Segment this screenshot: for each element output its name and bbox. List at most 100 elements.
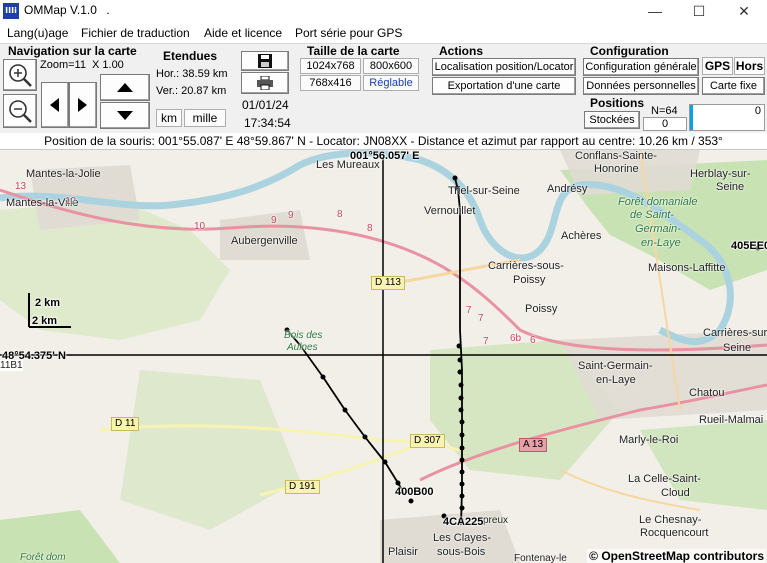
road-badge-d191: D 191 [285,480,320,494]
exit-8a: 8 [337,209,343,220]
zoom-factor-label: X 1.00 [92,59,124,71]
place-chesnay-2: Rocquencourt [640,527,709,539]
place-vernouillet: Vernouillet [424,205,476,217]
exit-10: 10 [194,221,206,232]
export-map-button[interactable]: Exportation d'une carte [432,77,576,95]
zoom-out-icon [9,100,32,123]
place-rueil: Rueil-Malmai [699,414,764,426]
mouse-position-info: Position de la souris: 001°55.087' E 48°… [0,133,767,150]
arrow-right-icon [78,98,87,112]
pan-down-button[interactable] [100,102,150,129]
exit-9a: 9 [271,215,277,226]
window-title-text: OMMap V.1.0 [24,3,97,17]
exit-9b: 9 [288,210,294,221]
navigation-title: Navigation sur la carte [8,44,137,58]
place-maisons: Maisons-Laffitte [648,262,726,274]
place-bois-aulnes: Bois des [284,330,323,341]
print-button[interactable] [241,72,289,94]
slider-thumb[interactable] [690,105,693,130]
window-title: OMMap V.1.0 . [24,3,110,17]
zoom-in-icon [9,64,32,87]
pan-right-button[interactable] [69,82,97,128]
place-clayes-2: sous-Bois [437,546,486,558]
place-chesnay: Le Chesnay- [639,514,702,526]
marker-4ca225[interactable]: 4CA225 [443,516,483,528]
menu-bar: Lang(u)age Fichier de traduction Aide et… [0,22,767,43]
map-size-adjustable[interactable]: Réglable [363,75,419,91]
exit-6b: 6b [510,333,522,344]
place-plaisir: Plaisir [388,546,418,558]
map-size-800x600[interactable]: 800x600 [363,58,419,74]
close-button[interactable]: ✕ [722,0,766,22]
marker-400b00[interactable]: 400B00 [395,486,434,498]
map-size-768x416[interactable]: 768x416 [300,75,361,91]
maximize-button[interactable]: ☐ [677,0,721,22]
place-herblay: Herblay-sur- [690,168,751,180]
extent-vertical: Ver.: 20.87 km [156,85,227,97]
forest-label-4: en-Laye [641,237,681,249]
exit-8b: 8 [367,223,373,234]
place-poissy: Poissy [525,303,558,315]
place-st-germain: Saint-Germain- [578,360,653,372]
road-badge-d11: D 11 [111,417,140,431]
map-size-1024x768[interactable]: 1024x768 [300,58,361,74]
menu-gps-serial-port[interactable]: Port série pour GPS [295,26,402,40]
stored-positions-button[interactable]: Stockées [584,111,640,129]
place-conflans-2: Honorine [594,163,639,175]
place-chatou: Chatou [689,387,725,399]
place-carrieres-2: Poissy [513,274,546,286]
extent-horizontal: Hor.: 38.59 km [156,68,228,80]
arrow-up-icon [117,82,133,92]
place-bois-aulnes-2: Aulnes [287,342,318,353]
menu-language[interactable]: Lang(u)age [7,26,68,40]
scale-label-horizontal: 2 km [32,315,58,327]
place-celle: La Celle-Saint- [628,473,701,485]
menu-help-license[interactable]: Aide et licence [204,26,282,40]
actions-title: Actions [439,44,484,58]
zoom-out-button[interactable] [3,94,37,128]
place-celle-2: Cloud [661,487,690,499]
scale-label-vertical: 2 km [35,297,61,309]
minimize-button[interactable]: — [633,0,677,22]
pan-up-button[interactable] [100,74,150,101]
personal-data-button[interactable]: Données personnelles [583,77,699,95]
gps-button[interactable]: GPS [702,57,733,75]
toolbar: Navigation sur la carte Zoom=11 X 1.00 E… [0,43,767,133]
arrow-left-icon [50,98,59,112]
locate-position-button[interactable]: Localisation position/Locator [432,58,576,76]
current-date: 01/01/24 [242,98,289,112]
unit-mile-button[interactable]: mille [184,109,226,127]
place-fontenay: Fontenay-le [514,553,567,563]
place-clayes: Les Clayes- [433,532,492,544]
menu-translation-file[interactable]: Fichier de traduction [81,26,190,40]
unit-km-button[interactable]: km [156,109,182,127]
position-slider[interactable]: 0 [689,104,765,131]
place-acheres: Achères [561,230,602,242]
general-config-button[interactable]: Configuration générale [583,58,699,76]
save-button[interactable] [241,51,289,71]
app-icon: IIIi [3,3,19,19]
fixed-map-button[interactable]: Carte fixe [702,77,765,95]
place-herblay-2: Seine [716,181,745,193]
pan-left-button[interactable] [41,82,69,128]
map-view[interactable]: 001°56.057' E 48°54.375' N 2 km 2 km Les… [0,150,767,563]
position-index-field[interactable]: 0 [643,117,687,131]
place-foret: Forêt dom [20,552,66,563]
exit-13: 13 [15,181,27,192]
exit-7a: 7 [466,305,472,316]
forest-label-1: Forêt domaniale [618,196,698,208]
zoom-in-button[interactable] [3,59,37,91]
green-area [120,370,300,530]
title-bar: IIIi OMMap V.1.0 . — ☐ ✕ [0,0,767,22]
place-carrieres-seine: Carrières-sur- [703,327,767,339]
marker-405ee0[interactable]: 405EE0 [731,240,767,252]
gps-off-button[interactable]: Hors [734,57,765,75]
place-carrieres: Carrières-sous- [488,260,564,272]
place-st-germain-2: en-Laye [596,374,636,386]
place-triel: Triel-sur-Seine [448,185,520,197]
current-time: 17:34:54 [244,116,291,130]
place-prepreux: preux [483,515,509,526]
positions-title: Positions [590,96,645,110]
place-marly: Marly-le-Roi [619,434,679,446]
road-badge-d113: D 113 [371,276,405,290]
